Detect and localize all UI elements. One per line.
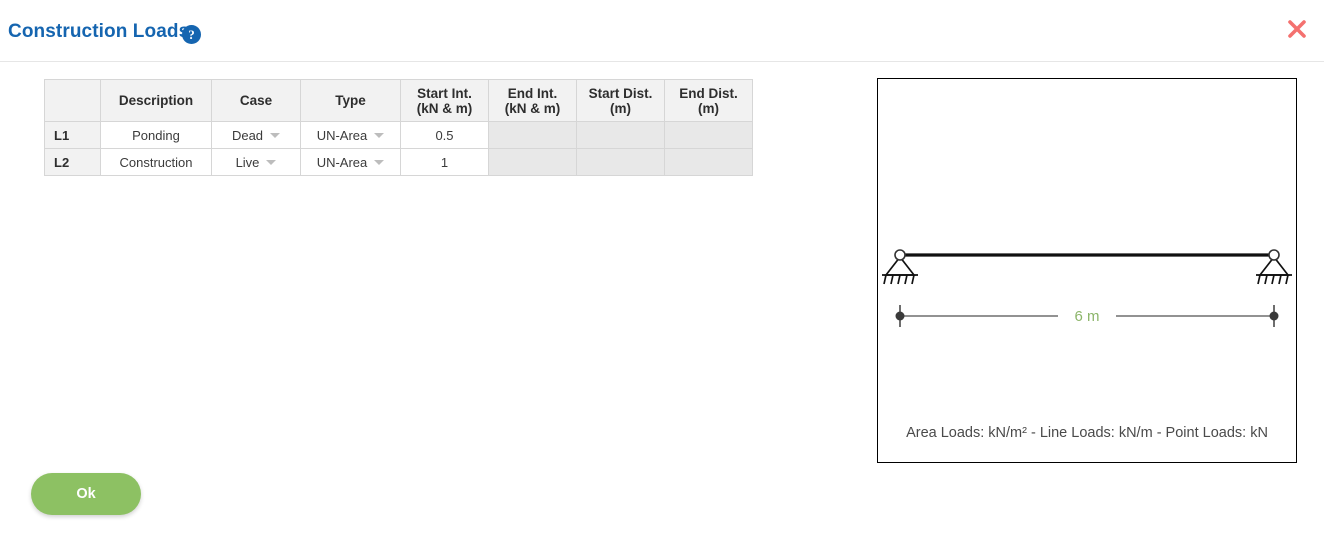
node-marker bbox=[894, 249, 906, 261]
chevron-down-icon bbox=[374, 159, 385, 165]
beam-diagram: 6 m bbox=[882, 249, 1292, 327]
cell-end-int-l1 bbox=[488, 121, 577, 149]
cell-description-l2[interactable]: Construction bbox=[100, 148, 212, 176]
chevron-down-icon bbox=[266, 159, 277, 165]
row-id-l1: L1 bbox=[44, 121, 101, 149]
node-marker bbox=[1268, 249, 1280, 261]
cell-case-l1[interactable]: Dead bbox=[211, 121, 301, 149]
cell-end-int-l2 bbox=[488, 148, 577, 176]
cell-start-int-l1[interactable]: 0.5 bbox=[400, 121, 489, 149]
cell-type-l1[interactable]: UN-Area bbox=[300, 121, 401, 149]
cell-case-l2-value: Live bbox=[235, 154, 260, 170]
cell-start-dist-l2 bbox=[576, 148, 665, 176]
page-title: Construction Loads bbox=[8, 21, 190, 42]
table-row: L2 Construction Live UN-Area 1 bbox=[44, 148, 753, 176]
column-header-type: Type bbox=[300, 79, 401, 122]
loads-table: Description Case Type Start Int. (kN & m… bbox=[44, 79, 753, 176]
cell-type-l2[interactable]: UN-Area bbox=[300, 148, 401, 176]
close-icon[interactable] bbox=[1280, 12, 1314, 46]
ok-button[interactable]: Ok bbox=[31, 473, 141, 515]
column-header-end-dist: End Dist. (m) bbox=[664, 79, 753, 122]
cell-case-l2[interactable]: Live bbox=[211, 148, 301, 176]
cell-start-dist-l1 bbox=[576, 121, 665, 149]
column-header-start-int: Start Int. (kN & m) bbox=[400, 79, 489, 122]
cell-type-l2-value: UN-Area bbox=[316, 154, 368, 170]
help-circle-icon[interactable]: ? bbox=[182, 25, 201, 44]
row-id-l2: L2 bbox=[44, 148, 101, 176]
span-dimension-label: 6 m bbox=[1074, 308, 1099, 325]
cell-description-l1[interactable]: Ponding bbox=[100, 121, 212, 149]
column-header-start-dist: Start Dist. (m) bbox=[576, 79, 665, 122]
column-header-case: Case bbox=[211, 79, 301, 122]
cell-case-l1-value: Dead bbox=[231, 127, 264, 143]
dialog-header: Construction Loads ? bbox=[0, 0, 1324, 62]
table-header-row: Description Case Type Start Int. (kN & m… bbox=[44, 79, 753, 122]
dimension-line: 6 m bbox=[895, 305, 1279, 327]
cell-start-int-l2[interactable]: 1 bbox=[400, 148, 489, 176]
column-header-id bbox=[44, 79, 101, 122]
column-header-end-int: End Int. (kN & m) bbox=[488, 79, 577, 122]
cell-type-l1-value: UN-Area bbox=[316, 127, 368, 143]
chevron-down-icon bbox=[270, 132, 281, 138]
beam-diagram-panel: 6 m Area Loads: kN/m² - Line Loads: kN/m… bbox=[877, 78, 1297, 463]
cell-end-dist-l1 bbox=[664, 121, 753, 149]
cell-end-dist-l2 bbox=[664, 148, 753, 176]
column-header-description: Description bbox=[100, 79, 212, 122]
table-row: L1 Ponding Dead UN-Area 0.5 bbox=[44, 121, 753, 149]
chevron-down-icon bbox=[374, 132, 385, 138]
diagram-units-note: Area Loads: kN/m² - Line Loads: kN/m - P… bbox=[906, 425, 1268, 441]
